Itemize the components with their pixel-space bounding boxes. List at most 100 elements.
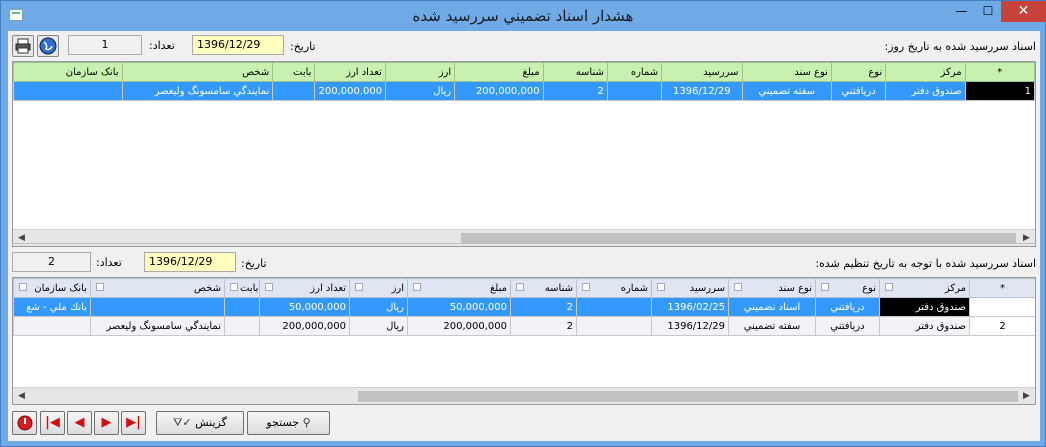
col-header-person[interactable]: شخص [90,278,225,298]
first-arrow-icon: |◀ [45,415,60,430]
col-header-rownum[interactable]: * [969,278,1035,298]
title-bar[interactable]: هشدار اسناد تضميني سررسيد شده — ☐ ✕ [1,1,1046,31]
filter-checkbox-icon[interactable] [355,282,363,291]
cell-ident: 2 [510,316,577,336]
cell-regarding [224,297,260,317]
app-window: هشدار اسناد تضميني سررسيد شده — ☐ ✕ 1 تع… [0,0,1046,447]
col-header-currency[interactable]: ارز [384,62,456,82]
scroll-left-icon[interactable]: ◀ [13,230,30,246]
cell-amount: 200,000,000 [454,81,544,101]
filter-icon: ⛛✓ [173,416,192,429]
filter-checkbox-icon[interactable] [413,282,421,291]
col-header-doc-type[interactable]: نوع سند [741,62,832,82]
cell-type: دريافتني [830,81,887,101]
top-date-label: تاريخ: [290,40,316,53]
col-header-number[interactable]: شماره [576,278,652,298]
col-header-bank[interactable]: بانک سازمان [13,62,123,82]
col-header-bank[interactable]: بانک سازمان [13,278,91,298]
col-header-amount[interactable]: مبلغ [407,278,511,298]
print-button[interactable] [12,35,34,57]
minimize-button[interactable]: — [948,1,975,22]
filter-checkbox-icon[interactable] [96,282,104,291]
filter-checkbox-icon[interactable] [657,282,665,291]
filter-button[interactable]: ⛛✓ گزينش [156,411,244,435]
col-header-currency[interactable]: ارز [349,278,408,298]
filter-checkbox-icon[interactable] [582,282,590,291]
cell-regarding [272,81,316,101]
divider [12,243,1036,244]
table-row[interactable]: نمايندگي سامسونگ وليعصر 200,000,000 ريال… [13,316,1035,336]
col-header-center[interactable]: مركز [885,62,966,82]
bottom-header-row: بانک سازمان شخص بابت تعداد ارز ارز مبلغ … [13,278,1035,298]
last-record-button[interactable]: ▶| [121,411,146,435]
col-header-regarding[interactable]: بابت [224,278,260,298]
col-header-currency-count[interactable]: تعداد ارز [259,278,350,298]
filter-checkbox-icon[interactable] [885,282,893,291]
col-header-type[interactable]: نوع [830,62,887,82]
cell-person [90,297,225,317]
bottom-table: بانک سازمان شخص بابت تعداد ارز ارز مبلغ … [13,278,1035,336]
table-row[interactable]: بانك ملي - شع 50,000,000 ريال 50,000,000… [13,297,1035,317]
top-count-field: 1 [68,35,142,55]
search-button[interactable]: جستجو ⚲ [247,411,330,435]
filter-checkbox-icon[interactable] [19,282,27,291]
filter-checkbox-icon[interactable] [265,282,273,291]
col-label: نوع [862,282,876,294]
scroll-thumb[interactable] [358,391,1018,402]
cell-bank: بانك ملي - شع [13,297,91,317]
next-record-button[interactable]: ▶ [94,411,119,435]
col-header-person[interactable]: شخص [121,62,274,82]
col-header-ident[interactable]: شناسه [510,278,577,298]
globe-icon [39,37,57,55]
top-date-field[interactable]: 1396/12/29 [192,35,284,55]
power-icon [17,415,32,431]
bottom-hscrollbar[interactable]: ◀ ▶ [13,387,1035,404]
col-header-doc-type[interactable]: نوع سند [728,278,816,298]
filter-checkbox-icon[interactable] [734,282,742,291]
filter-checkbox-icon[interactable] [516,282,524,291]
top-table: بانک سازمان شخص بابت تعداد ارز ارز مبلغ … [13,62,1035,101]
col-header-due[interactable]: سررسيد [661,62,743,82]
col-header-due[interactable]: سررسيد [651,278,729,298]
top-grid[interactable]: بانک سازمان شخص بابت تعداد ارز ارز مبلغ … [12,61,1036,247]
top-section-label: اسناد سررسيد شده به تاريخ روز: [884,40,1036,53]
maximize-button[interactable]: ☐ [975,1,1001,22]
bottom-date-field[interactable]: 1396/12/29 [144,252,236,272]
col-label: مركز [944,282,966,294]
cell-doc-type: سفته تضميني [728,316,816,336]
scroll-right-icon[interactable]: ▶ [1018,230,1035,246]
col-header-currency-count[interactable]: تعداد ارز [314,62,386,82]
col-header-type[interactable]: نوع [815,278,880,298]
cell-ident: 2 [510,297,577,317]
globe-button[interactable] [37,35,59,57]
close-button[interactable]: ✕ [1001,1,1046,22]
bottom-grid[interactable]: بانک سازمان شخص بابت تعداد ارز ارز مبلغ … [12,277,1036,405]
cell-doc-type: اسناد تضميني [728,297,816,317]
top-count-label: تعداد: [149,39,175,52]
cell-rownum: 2 [969,316,1035,336]
client-area: 1 تعداد: 1396/12/29 تاريخ: اسناد سررسيد … [8,31,1040,441]
col-header-amount[interactable]: مبلغ [454,62,544,82]
cell-regarding [224,316,260,336]
filter-checkbox-icon[interactable] [821,282,829,291]
col-header-rownum[interactable]: * [964,62,1035,82]
cell-bank [13,316,91,336]
col-label: بابت [240,282,259,294]
filter-checkbox-icon[interactable] [230,282,238,291]
col-label: ارز [391,282,404,294]
col-header-center[interactable]: مركز [879,278,970,298]
cell-type: دريافتني [815,297,880,317]
cell-center: صندوق دفتر [879,297,970,317]
table-row[interactable]: نمايندگي سامسونگ وليعصر 200,000,000 ريال… [13,81,1035,101]
scroll-left-icon[interactable]: ◀ [13,388,30,404]
cell-doc-type: سفته تضميني [741,81,832,101]
exit-button[interactable] [12,411,37,435]
cell-currency-count: 200,000,000 [314,81,386,101]
scroll-right-icon[interactable]: ▶ [1018,388,1035,404]
first-record-button[interactable]: |◀ [40,411,65,435]
col-header-number[interactable]: شماره [606,62,663,82]
cell-ident: 2 [542,81,608,101]
col-header-regarding[interactable]: بابت [272,62,316,82]
prev-record-button[interactable]: ◀ [67,411,92,435]
col-header-ident[interactable]: شناسه [542,62,608,82]
